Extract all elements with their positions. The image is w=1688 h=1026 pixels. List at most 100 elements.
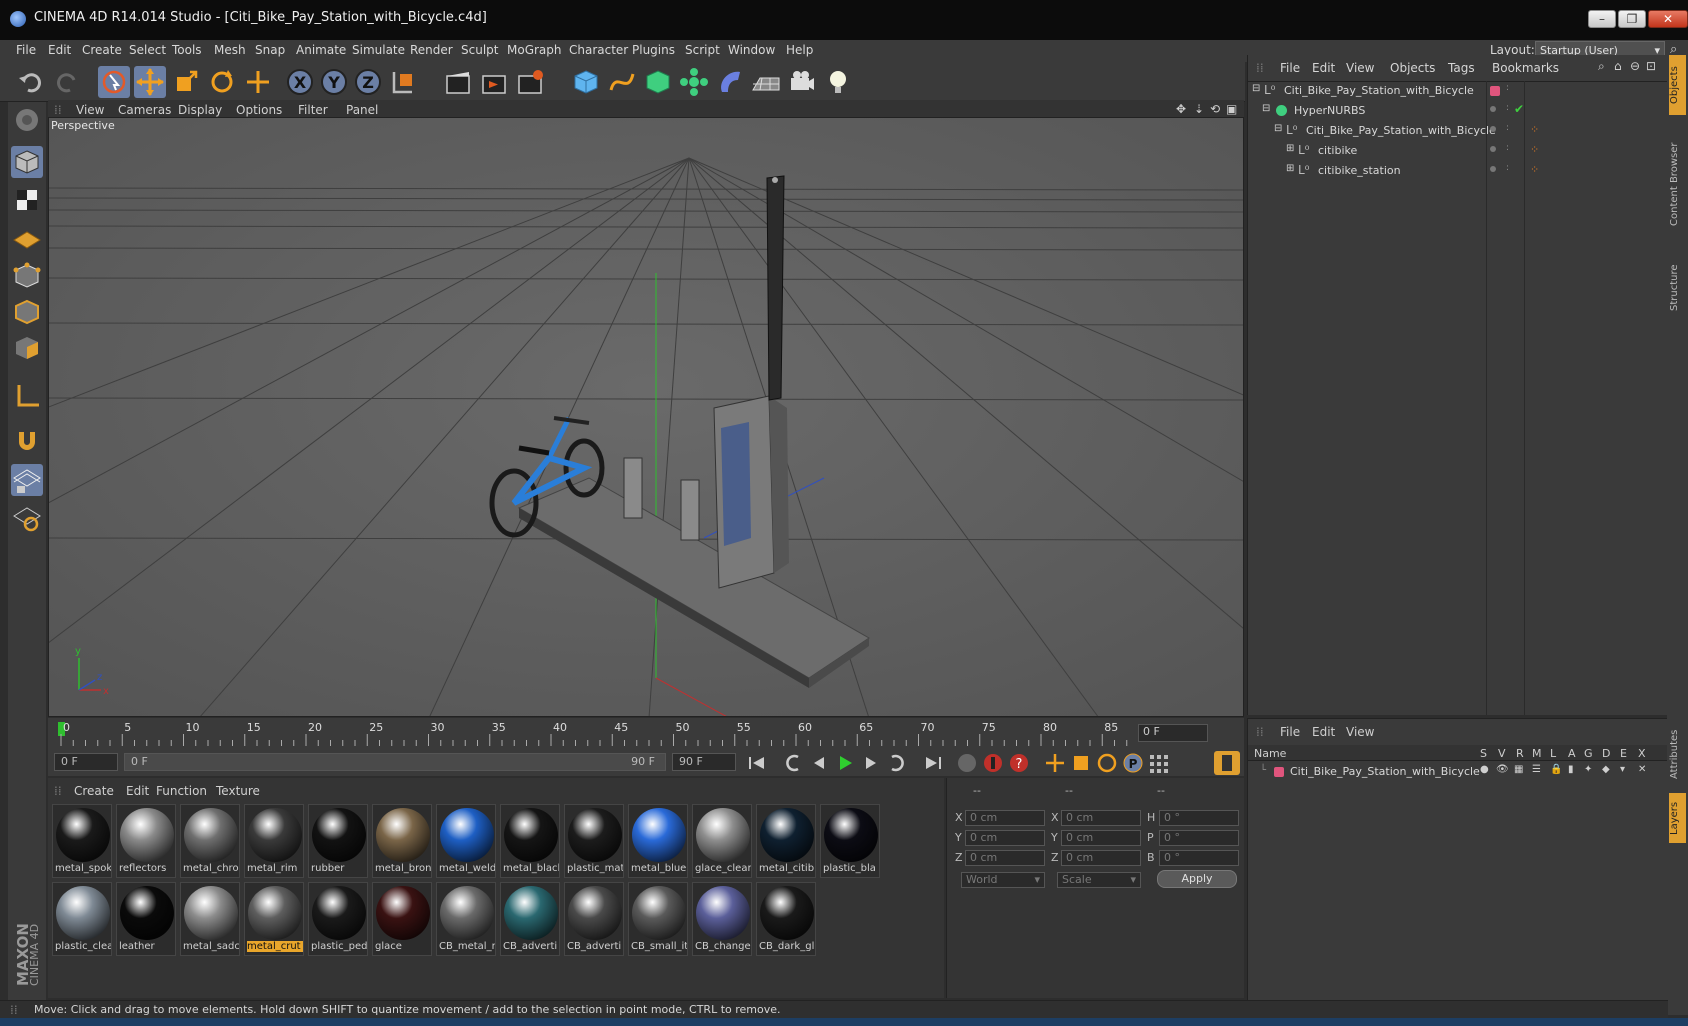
size-x-field[interactable]: 0 cm — [1061, 810, 1141, 826]
light-icon[interactable] — [822, 66, 854, 98]
record-active-objects-icon[interactable] — [954, 751, 980, 775]
workplane-mode-icon[interactable] — [11, 222, 43, 254]
rotation-key-icon[interactable] — [1094, 751, 1120, 775]
z-axis-icon[interactable]: Z — [352, 66, 384, 98]
play-icon[interactable] — [832, 751, 858, 775]
visibility-dots[interactable]: : — [1506, 83, 1509, 93]
previous-frame-icon[interactable] — [806, 751, 832, 775]
menu-mograph[interactable]: MoGraph — [507, 43, 562, 57]
visibility-dots[interactable]: : — [1506, 123, 1509, 133]
next-key-icon[interactable] — [884, 751, 910, 775]
go-to-end-icon[interactable] — [920, 751, 946, 775]
layer-menu-file[interactable]: File — [1280, 725, 1300, 739]
workplane-lock-icon[interactable] — [11, 464, 43, 496]
live-selection-icon[interactable] — [98, 66, 130, 98]
current-frame-field[interactable]: 0 F — [1138, 724, 1208, 742]
tab-attributes[interactable]: Attributes — [1669, 719, 1686, 789]
floor-icon[interactable] — [750, 66, 782, 98]
menu-select[interactable]: Select — [129, 43, 166, 57]
material-swatch[interactable]: glace_clear — [692, 804, 752, 878]
x-axis-icon[interactable]: X — [284, 66, 316, 98]
axis-mode-icon[interactable] — [11, 380, 43, 412]
visibility-dot[interactable] — [1490, 106, 1496, 112]
deformers-toggle-icon[interactable]: ◆ — [1602, 764, 1610, 775]
visibility-dot[interactable] — [1490, 166, 1496, 172]
generators-toggle-icon[interactable]: ✦ — [1584, 764, 1592, 775]
expand-icon[interactable]: ⊞ — [1286, 143, 1294, 154]
apply-button[interactable]: Apply — [1157, 870, 1237, 888]
material-swatch[interactable]: CB_adverti — [500, 882, 560, 956]
view-toggle-icon[interactable]: 👁 — [1496, 764, 1509, 775]
menu-mesh[interactable]: Mesh — [214, 43, 246, 57]
object-menu-bookmarks[interactable]: Bookmarks — [1492, 61, 1559, 75]
camera-icon[interactable] — [786, 66, 818, 98]
texture-mode-icon[interactable] — [11, 184, 43, 216]
material-swatch[interactable]: CB_adverti — [564, 882, 624, 956]
previous-key-icon[interactable] — [780, 751, 806, 775]
pan-view-icon[interactable]: ✥ — [1176, 102, 1186, 116]
column-locked[interactable]: L — [1550, 747, 1556, 760]
tab-objects[interactable]: Objects — [1669, 55, 1686, 115]
material-swatch[interactable]: glace — [372, 882, 432, 956]
rotation-h-field[interactable]: 0 ° — [1159, 810, 1239, 826]
material-swatch[interactable]: metal_blue — [628, 804, 688, 878]
column-render[interactable]: R — [1516, 747, 1524, 760]
undo-icon[interactable] — [16, 66, 48, 98]
restore-button[interactable]: ❐ — [1618, 10, 1646, 28]
nurbs-icon[interactable] — [642, 66, 674, 98]
material-swatch[interactable]: metal_spok — [52, 804, 112, 878]
timeline-ruler[interactable]: 051015202530354045505560657075808590 0 F — [48, 718, 1244, 748]
layer-color-swatch[interactable] — [1490, 86, 1500, 96]
rotation-p-field[interactable]: 0 ° — [1159, 830, 1239, 846]
edit-render-settings-icon[interactable] — [514, 66, 546, 98]
keyframe-selection-icon[interactable]: ? — [1006, 751, 1032, 775]
coordinate-system-icon[interactable] — [386, 66, 418, 98]
expand-icon[interactable]: ⊟ — [1262, 103, 1270, 114]
menu-help[interactable]: Help — [786, 43, 813, 57]
menu-create[interactable]: Create — [82, 43, 122, 57]
material-swatch[interactable]: plastic_clea — [52, 882, 112, 956]
tab-layers[interactable]: Layers — [1669, 793, 1686, 843]
material-menu-create[interactable]: Create — [74, 784, 114, 798]
visibility-dots[interactable]: : — [1506, 163, 1509, 173]
layer-name[interactable]: Citi_Bike_Pay_Station_with_Bicycle — [1290, 765, 1480, 778]
expand-icon[interactable]: ⊟ — [1252, 83, 1260, 94]
snap-icon[interactable] — [11, 424, 43, 456]
position-y-field[interactable]: 0 cm — [965, 830, 1045, 846]
material-swatch[interactable]: reflectors — [116, 804, 176, 878]
render-view-icon[interactable] — [442, 66, 474, 98]
material-tag-icon[interactable]: ⁘ — [1530, 123, 1539, 136]
column-expressions[interactable]: E — [1620, 747, 1627, 760]
size-y-field[interactable]: 0 cm — [1061, 830, 1141, 846]
coordinate-mode-dropdown[interactable]: World ▾ — [961, 872, 1045, 888]
timeline-window-icon[interactable] — [1214, 751, 1240, 775]
menu-simulate[interactable]: Simulate — [352, 43, 405, 57]
tab-content-browser[interactable]: Content Browser — [1669, 119, 1686, 249]
visibility-dot[interactable] — [1490, 146, 1496, 152]
start-frame-field[interactable]: 0 F — [54, 753, 118, 771]
menu-window[interactable]: Window — [728, 43, 775, 57]
material-swatch[interactable]: metal_rim — [244, 804, 304, 878]
locked-workplane-icon[interactable] — [11, 502, 43, 534]
rotate-view-icon[interactable]: ⟲ — [1210, 102, 1220, 116]
new-view-icon[interactable]: ⊡ — [1646, 59, 1656, 73]
recent-tool-icon[interactable] — [242, 66, 274, 98]
minimize-button[interactable]: – — [1588, 10, 1616, 28]
material-swatch[interactable]: metal_bron — [372, 804, 432, 878]
deformer-icon[interactable] — [714, 66, 746, 98]
object-row-hypernurbs[interactable]: ⊟ HyperNURBS : ✔ — [1248, 101, 1668, 121]
points-mode-icon[interactable] — [11, 260, 43, 292]
y-axis-icon[interactable]: Y — [318, 66, 350, 98]
column-xref[interactable]: X — [1638, 747, 1646, 760]
xref-toggle-icon[interactable]: ✕ — [1638, 764, 1646, 775]
material-swatch[interactable]: metal_chro — [180, 804, 240, 878]
menu-tools[interactable]: Tools — [172, 43, 202, 57]
render-picture-viewer-icon[interactable] — [478, 66, 510, 98]
render-toggle-icon[interactable]: ▦ — [1514, 764, 1523, 775]
solo-toggle-icon[interactable]: ● — [1480, 764, 1489, 775]
object-menu-objects[interactable]: Objects — [1390, 61, 1435, 75]
object-menu-file[interactable]: File — [1280, 61, 1300, 75]
viewport-menu-filter[interactable]: Filter — [298, 103, 328, 117]
visibility-dots[interactable]: : — [1506, 103, 1509, 113]
maximize-view-icon[interactable]: ▣ — [1226, 102, 1237, 116]
